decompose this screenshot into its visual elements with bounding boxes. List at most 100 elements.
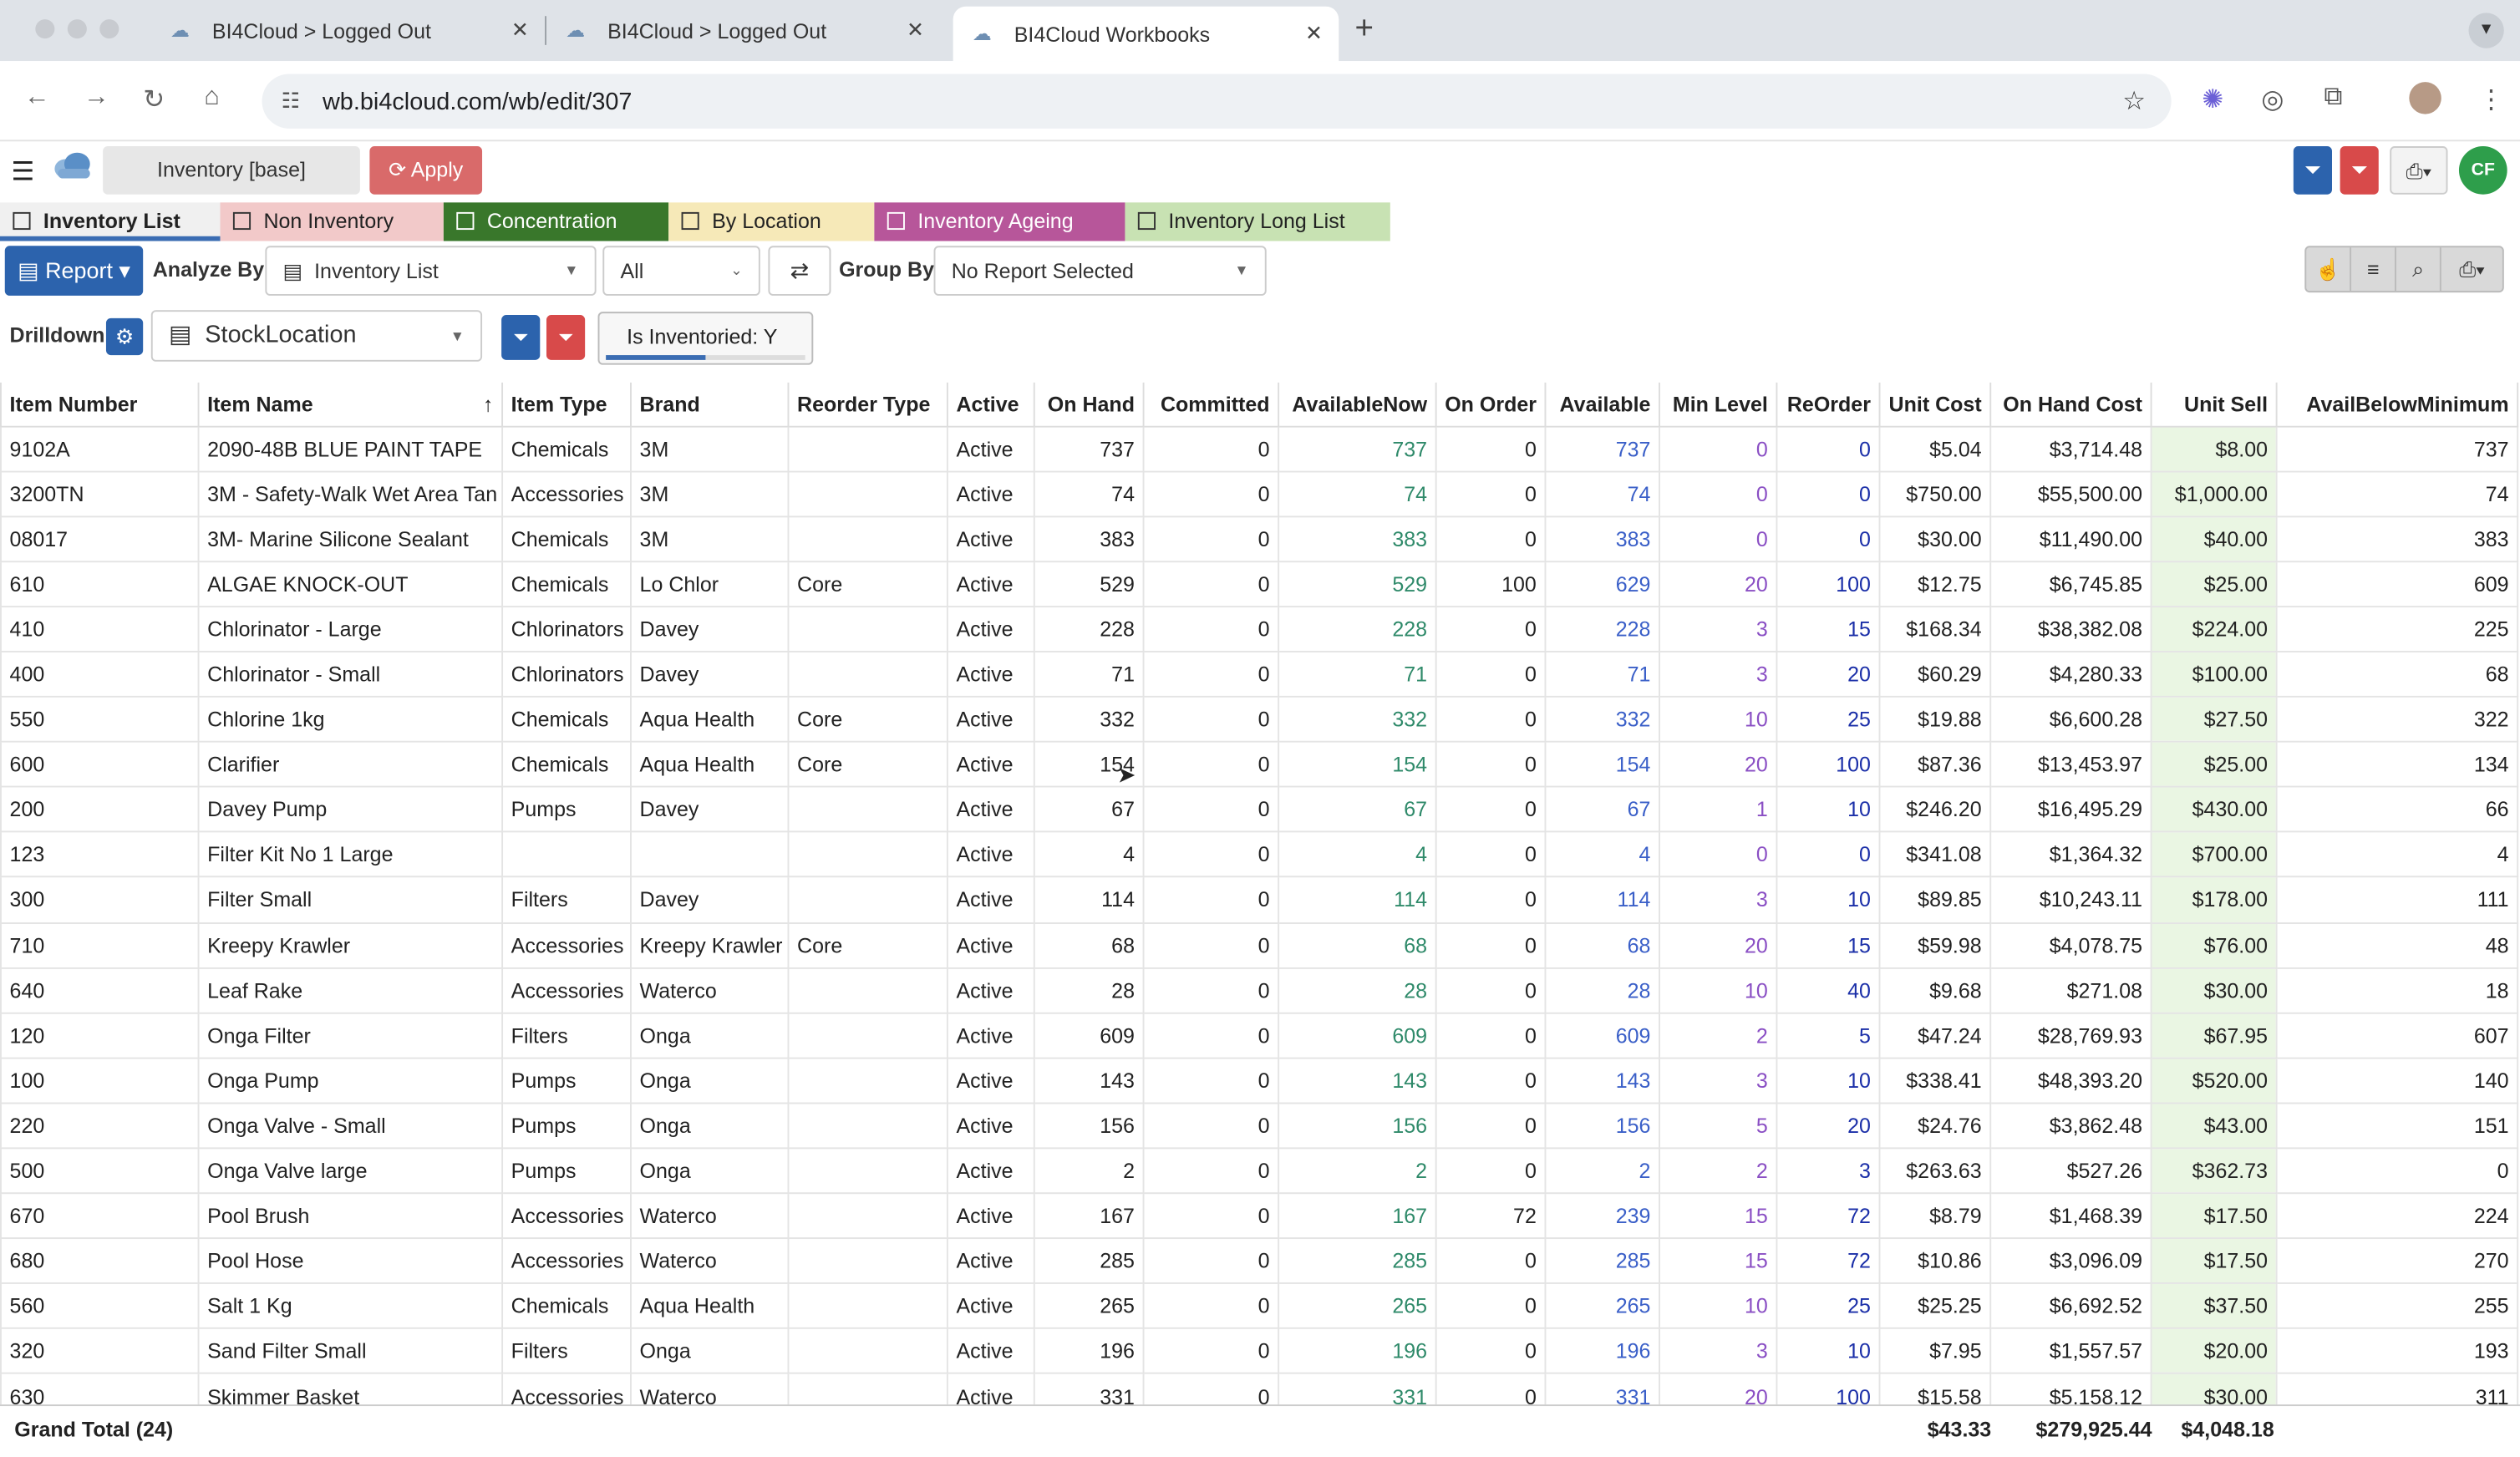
- table-row[interactable]: 560 Salt 1 Kg Chemicals Aqua Health Active 26…: [0, 1282, 2519, 1330]
- forward-icon[interactable]: →: [84, 84, 109, 113]
- column-header-label: AvailBelowMinimum: [2306, 391, 2509, 416]
- window-controls[interactable]: [35, 19, 119, 39]
- hamburger-icon[interactable]: ☰: [11, 156, 34, 188]
- filter-chip[interactable]: Is Inventoried: Y: [597, 312, 814, 365]
- tab-non-inventory[interactable]: Non Inventory: [220, 202, 444, 241]
- column-header[interactable]: Item Type: [501, 382, 632, 427]
- print-button[interactable]: ⎙▾: [2390, 146, 2448, 195]
- column-header[interactable]: Unit Sell: [2150, 382, 2278, 427]
- browser-tab-2[interactable]: ☁ BI4Cloud > Logged Out ✕: [546, 0, 940, 61]
- column-header[interactable]: Reorder Type: [787, 382, 948, 427]
- extension-icon[interactable]: ✺: [2202, 84, 2223, 115]
- table-row[interactable]: 640 Leaf Rake Accessories Waterco Active 28 0 2…: [0, 967, 2519, 1014]
- browser-tab-1[interactable]: ☁ BI4Cloud > Logged Out ✕: [151, 0, 546, 61]
- close-icon[interactable]: ✕: [1305, 21, 1323, 47]
- gear-icon[interactable]: ⚙: [105, 317, 144, 356]
- report-button[interactable]: ▤ Report ▾: [4, 246, 144, 296]
- browser-tab-3[interactable]: ☁ BI4Cloud Workbooks ✕: [953, 6, 1339, 62]
- table-cell: Chlorine 1kg: [197, 695, 504, 743]
- table-row[interactable]: 120 Onga Filter Filters Onga Active 609 0 609 0 6…: [0, 1012, 2519, 1059]
- column-header[interactable]: AvailBelowMinimum: [2275, 382, 2519, 427]
- pointer-icon[interactable]: ☝: [2306, 247, 2352, 292]
- table-cell: Active: [946, 1147, 1035, 1195]
- drilldown-select[interactable]: ▤ StockLocation ▼: [150, 310, 483, 362]
- tab-concentration[interactable]: Concentration: [443, 202, 669, 241]
- table-row[interactable]: 670 Pool Brush Accessories Waterco Active 167…: [0, 1192, 2519, 1240]
- table-row[interactable]: 123 Filter Kit No 1 Large Active 4 0 4 0 4 0 0 $34…: [0, 831, 2519, 879]
- add-filter-button[interactable]: ⏷: [501, 315, 541, 360]
- site-settings-icon[interactable]: ☷: [282, 89, 300, 114]
- reload-icon[interactable]: ↻: [143, 84, 165, 115]
- table-cell: 20: [1659, 560, 1778, 607]
- sort-icon[interactable]: ≡: [2351, 247, 2397, 292]
- add-filter-button[interactable]: ⏷: [2293, 146, 2332, 195]
- table-row[interactable]: 500 Onga Valve large Pumps Onga Active 2 0 2 0 2 2…: [0, 1147, 2519, 1195]
- tab-inventory-long-list[interactable]: Inventory Long List: [1125, 202, 1390, 241]
- menu-icon[interactable]: ⋮: [2478, 84, 2504, 115]
- address-bar[interactable]: ☷ wb.bi4cloud.com/wb/edit/307 ☆: [262, 74, 2172, 129]
- extension-icon[interactable]: ◎: [2261, 84, 2284, 115]
- column-header[interactable]: Active: [946, 382, 1035, 427]
- column-header[interactable]: Unit Cost: [1878, 382, 1992, 427]
- close-icon[interactable]: ✕: [907, 18, 924, 43]
- table-cell: 737: [1278, 424, 1437, 472]
- column-header[interactable]: Item Name ↑: [197, 382, 504, 427]
- new-tab-icon[interactable]: +: [1355, 11, 1374, 48]
- close-icon[interactable]: ✕: [511, 18, 529, 43]
- table-row[interactable]: 550 Chlorine 1kg Chemicals Aqua Health Core A…: [0, 695, 2519, 743]
- table-cell: 0: [1776, 831, 1881, 879]
- table-row[interactable]: 300 Filter Small Filters Davey Active 114 0 114…: [0, 876, 2519, 924]
- column-header[interactable]: Item Number: [0, 382, 200, 427]
- group-by-select[interactable]: No Report Selected ▼: [933, 246, 1267, 296]
- puzzle-icon[interactable]: ⧉: [2324, 84, 2342, 113]
- home-icon[interactable]: ⌂: [204, 84, 220, 113]
- table-cell: 111: [2275, 876, 2519, 924]
- print-icon[interactable]: ⎙▾: [2441, 247, 2502, 291]
- sort-arrow-icon[interactable]: ↑: [483, 392, 494, 416]
- table-row[interactable]: 200 Davey Pump Pumps Davey Active 67 0 67 0 67 1 10…: [0, 786, 2519, 834]
- table-cell: 239: [1544, 1192, 1660, 1240]
- table-row[interactable]: 680 Pool Hose Accessories Waterco Active 285 0…: [0, 1237, 2519, 1285]
- column-header[interactable]: Available: [1544, 382, 1660, 427]
- back-icon[interactable]: ←: [24, 84, 50, 113]
- column-header[interactable]: AvailableNow: [1278, 382, 1437, 427]
- tab-inventory-list[interactable]: Inventory List: [0, 202, 221, 241]
- clear-filter-button[interactable]: ⏷: [546, 315, 586, 360]
- user-avatar[interactable]: CF: [2458, 146, 2507, 195]
- table-row[interactable]: 400 Chlorinator - Small Chlorinators Davey A…: [0, 650, 2519, 698]
- table-row[interactable]: 710 Kreepy Krawler Accessories Kreepy Krawl…: [0, 921, 2519, 969]
- chevron-down-icon[interactable]: ▼: [2468, 13, 2504, 48]
- column-header[interactable]: Brand: [630, 382, 790, 427]
- table-row[interactable]: 320 Sand Filter Small Filters Onga Active 196…: [0, 1328, 2519, 1375]
- column-header[interactable]: On Order: [1435, 382, 1547, 427]
- column-header[interactable]: On Hand: [1033, 382, 1145, 427]
- url-text: wb.bi4cloud.com/wb/edit/307: [322, 87, 633, 115]
- clear-filter-button[interactable]: ⏷: [2340, 146, 2379, 195]
- all-select[interactable]: All ⌄: [602, 246, 760, 296]
- table-row[interactable]: 9102A 2090-48B BLUE PAINT TAPE Chemicals 3M…: [0, 424, 2519, 472]
- table-row[interactable]: 08017 3M- Marine Silicone Sealant Chemical…: [0, 515, 2519, 562]
- search-icon[interactable]: ⌕: [2396, 247, 2442, 292]
- column-header[interactable]: On Hand Cost: [1989, 382, 2152, 427]
- profile-avatar[interactable]: [2409, 82, 2441, 114]
- tab-by-location[interactable]: By Location: [668, 202, 875, 241]
- table-cell: 383: [2275, 515, 2519, 562]
- apply-button[interactable]: ⟳ Apply: [369, 146, 483, 195]
- table-cell: 156: [1544, 1102, 1660, 1150]
- table-cell: 0: [1142, 695, 1280, 743]
- table-row[interactable]: 610 ALGAE KNOCK-OUT Chemicals Lo Chlor Core A…: [0, 560, 2519, 607]
- table-row[interactable]: 100 Onga Pump Pumps Onga Active 143 0 143 0 143 3 1…: [0, 1057, 2519, 1104]
- table-row[interactable]: 3200TN 3M - Safety-Walk Wet Area Tan Acces…: [0, 470, 2519, 517]
- table-row[interactable]: 410 Chlorinator - Large Chlorinators Davey A…: [0, 605, 2519, 652]
- column-header[interactable]: ReOrder: [1776, 382, 1881, 427]
- swap-icon[interactable]: ⇄: [768, 246, 831, 296]
- table-row[interactable]: 220 Onga Valve - Small Pumps Onga Active 156 0…: [0, 1102, 2519, 1150]
- analyze-by-select[interactable]: ▤ Inventory List ▼: [265, 246, 597, 296]
- column-header[interactable]: Committed: [1142, 382, 1280, 427]
- table-cell: 20: [1776, 650, 1881, 698]
- column-header[interactable]: Min Level: [1659, 382, 1778, 427]
- workbook-name[interactable]: Inventory [base]: [103, 146, 360, 195]
- bookmark-star-icon[interactable]: ☆: [2122, 85, 2146, 117]
- table-row[interactable]: 600 Clarifier Chemicals Aqua Health Core Acti…: [0, 741, 2519, 788]
- tab-inventory-ageing[interactable]: Inventory Ageing: [874, 202, 1125, 241]
